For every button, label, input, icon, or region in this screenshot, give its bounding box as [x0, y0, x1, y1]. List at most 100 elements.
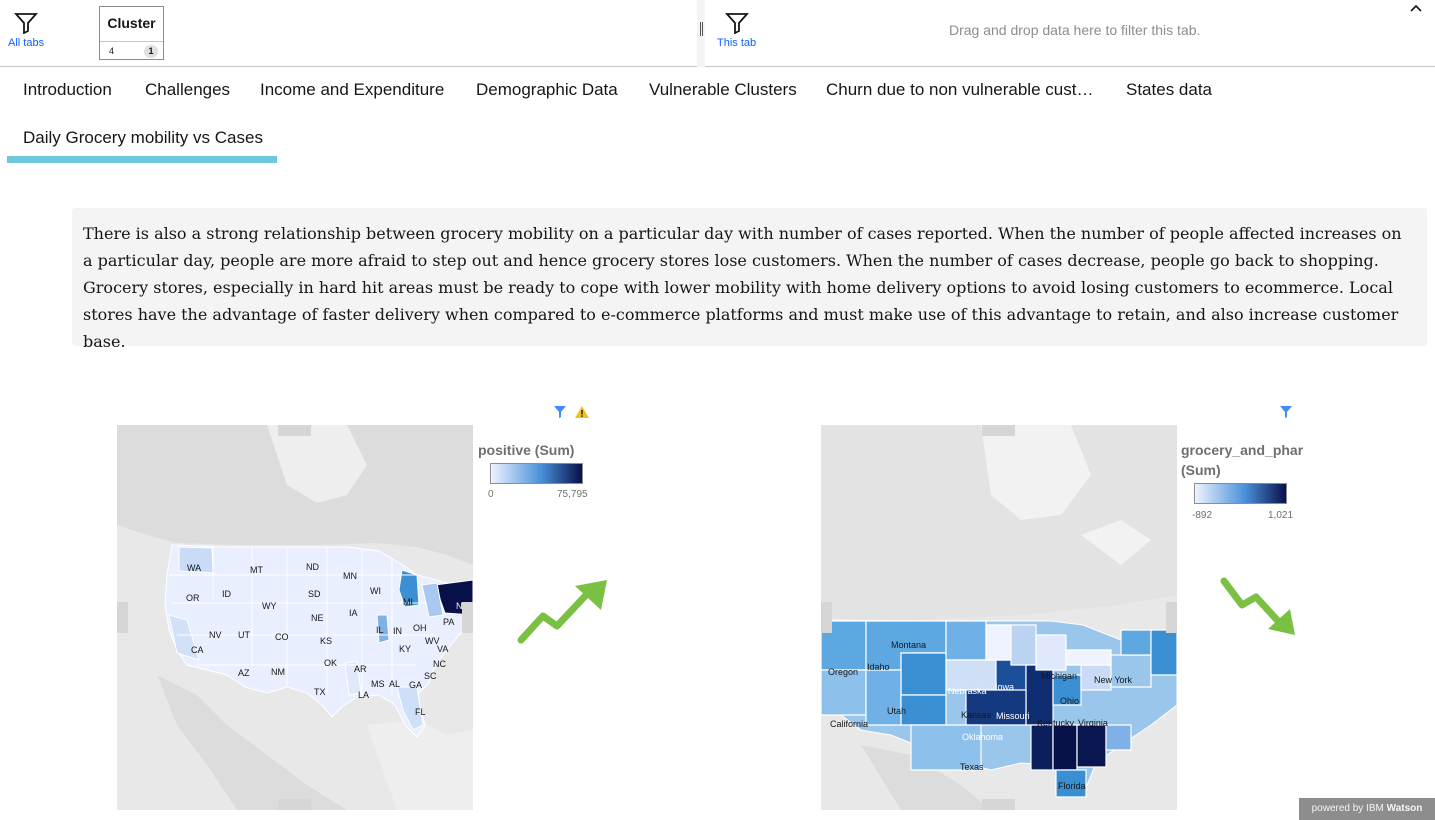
state-label-fl: FL: [415, 707, 426, 717]
map-pan-down-button[interactable]: [982, 799, 1015, 810]
map-pan-left-button[interactable]: [117, 602, 128, 633]
state-label-ks: KS: [320, 636, 332, 646]
state-label-kentucky: Kentucky: [1037, 718, 1075, 728]
state-label-il: IL: [376, 625, 384, 635]
positive-cases-map[interactable]: WA MT ND OR ID SD MN WY WI MI NY NE IA P…: [117, 425, 473, 810]
grocery-mobility-map[interactable]: Montana Oregon Idaho Michigan Nebraska I…: [821, 425, 1177, 810]
tab-churn[interactable]: Churn due to non vulnerable cust…: [826, 80, 1093, 100]
state-label-wi: WI: [370, 586, 381, 596]
legend-title-positive: positive (Sum): [478, 442, 575, 458]
active-tab-indicator: [7, 156, 277, 163]
state-label-montana: Montana: [891, 640, 926, 650]
state-label-id: ID: [222, 589, 232, 599]
legend-gradient-grocery: [1194, 483, 1287, 504]
tab-demographic-data[interactable]: Demographic Data: [476, 80, 618, 100]
state-label-al: AL: [389, 679, 400, 689]
cluster-filter-value-row[interactable]: 4 1: [100, 41, 163, 60]
all-tabs-label: All tabs: [8, 37, 45, 49]
filter-icon[interactable]: [1279, 405, 1293, 419]
state-label-wa: WA: [187, 563, 201, 573]
state-label-nd: ND: [306, 562, 319, 572]
chevron-up-icon[interactable]: [1408, 0, 1424, 16]
state-label-ms: MS: [371, 679, 385, 689]
state-label-ut: UT: [238, 630, 250, 640]
state-label-ar: AR: [354, 664, 367, 674]
state-label-sc: SC: [424, 671, 437, 681]
warning-icon[interactable]: [574, 405, 590, 419]
state-label-idaho: Idaho: [867, 662, 890, 672]
state-label-michigan: Michigan: [1041, 671, 1077, 681]
legend-min-grocery: -892: [1192, 510, 1213, 521]
state-label-missouri: Missouri: [996, 711, 1030, 721]
state-label-ia: IA: [349, 608, 358, 618]
us-map-grocery: Montana Oregon Idaho Michigan Nebraska I…: [821, 425, 1177, 810]
map-pan-up-button[interactable]: [982, 425, 1015, 436]
filter-icon: [14, 13, 39, 34]
state-label-co: CO: [275, 632, 289, 642]
state-label-tx: TX: [314, 687, 326, 697]
state-label-kansas: Kansas: [961, 710, 992, 720]
cluster-filter-chip[interactable]: Cluster 4 1: [99, 6, 164, 60]
legend-min-positive: 0: [488, 489, 494, 500]
state-label-ohio: Ohio: [1060, 696, 1079, 706]
this-tab-label: This tab: [717, 37, 757, 49]
state-label-sd: SD: [308, 589, 321, 599]
tab-introduction[interactable]: Introduction: [23, 80, 112, 100]
powered-by-watson-badge: powered by IBM Watson: [1299, 798, 1435, 820]
watson-label: Watson: [1386, 803, 1423, 814]
tab-income-expenditure[interactable]: Income and Expenditure: [260, 80, 444, 100]
filter-icon: [724, 13, 749, 34]
tab-daily-grocery[interactable]: Daily Grocery mobility vs Cases: [23, 128, 263, 148]
tab-vulnerable-clusters[interactable]: Vulnerable Clusters: [649, 80, 797, 100]
state-label-or: OR: [186, 593, 200, 603]
state-label-mt: MT: [250, 565, 263, 575]
state-label-ne: NE: [311, 613, 324, 623]
state-label-oregon: Oregon: [828, 667, 858, 677]
powered-by-label: powered by IBM: [1311, 803, 1384, 814]
state-label-oh: OH: [413, 623, 427, 633]
state-label-in: IN: [393, 626, 402, 636]
filter-drop-hint: Drag and drop data here to filter this t…: [949, 22, 1201, 38]
all-tabs-filter-button[interactable]: All tabs: [8, 12, 44, 49]
state-label-ok: OK: [324, 658, 337, 668]
map-pan-left-button[interactable]: [821, 602, 832, 633]
cluster-filter-title: Cluster: [107, 15, 156, 31]
state-label-az: AZ: [238, 668, 250, 678]
map-pan-down-button[interactable]: [278, 799, 311, 810]
state-label-florida: Florida: [1058, 781, 1086, 791]
cluster-filter-count-badge: 1: [144, 45, 158, 58]
legend-gradient-positive: [490, 463, 583, 484]
trend-up-arrow-icon: [517, 580, 607, 644]
map-pan-up-button[interactable]: [278, 425, 311, 436]
legend-max-grocery: 1,021: [1268, 510, 1294, 521]
tab-states-data[interactable]: States data: [1126, 80, 1212, 100]
map-pan-right-button[interactable]: [1166, 602, 1177, 633]
filter-icon[interactable]: [553, 405, 567, 419]
story-text-box: There is also a strong relationship betw…: [72, 208, 1427, 351]
filter-pane-resize-handle[interactable]: [697, 0, 705, 67]
cluster-filter-value: 4: [109, 46, 115, 56]
tab-challenges[interactable]: Challenges: [145, 80, 230, 100]
state-label-nebraska: Nebraska: [948, 686, 987, 696]
state-label-ga: GA: [409, 680, 422, 690]
state-label-la: LA: [358, 690, 369, 700]
us-map-positive: WA MT ND OR ID SD MN WY WI MI NY NE IA P…: [117, 425, 473, 810]
state-label-wy: WY: [262, 601, 277, 611]
state-label-iowa: Iowa: [995, 682, 1014, 692]
state-label-nc: NC: [433, 659, 446, 669]
state-label-va: VA: [437, 644, 448, 654]
this-tab-filter-button[interactable]: This tab: [717, 12, 756, 49]
filter-bar: All tabs Cluster 4 1 This tab Drag and d…: [0, 0, 1435, 67]
legend-title-grocery-line2: (Sum): [1181, 462, 1221, 478]
state-label-mi: MI: [403, 597, 413, 607]
legend-title-grocery-line1: grocery_and_phar: [1181, 442, 1304, 458]
tab-bar: Introduction Challenges Income and Expen…: [0, 68, 1435, 168]
state-label-mn: MN: [343, 571, 357, 581]
state-label-ky: KY: [399, 644, 411, 654]
state-label-texas: Texas: [960, 762, 984, 772]
map-pan-right-button[interactable]: [462, 602, 473, 633]
trend-down-arrow-icon: [1220, 577, 1295, 635]
state-label-new-york: New York: [1094, 675, 1133, 685]
state-label-nm: NM: [271, 667, 285, 677]
state-label-nv: NV: [209, 630, 222, 640]
